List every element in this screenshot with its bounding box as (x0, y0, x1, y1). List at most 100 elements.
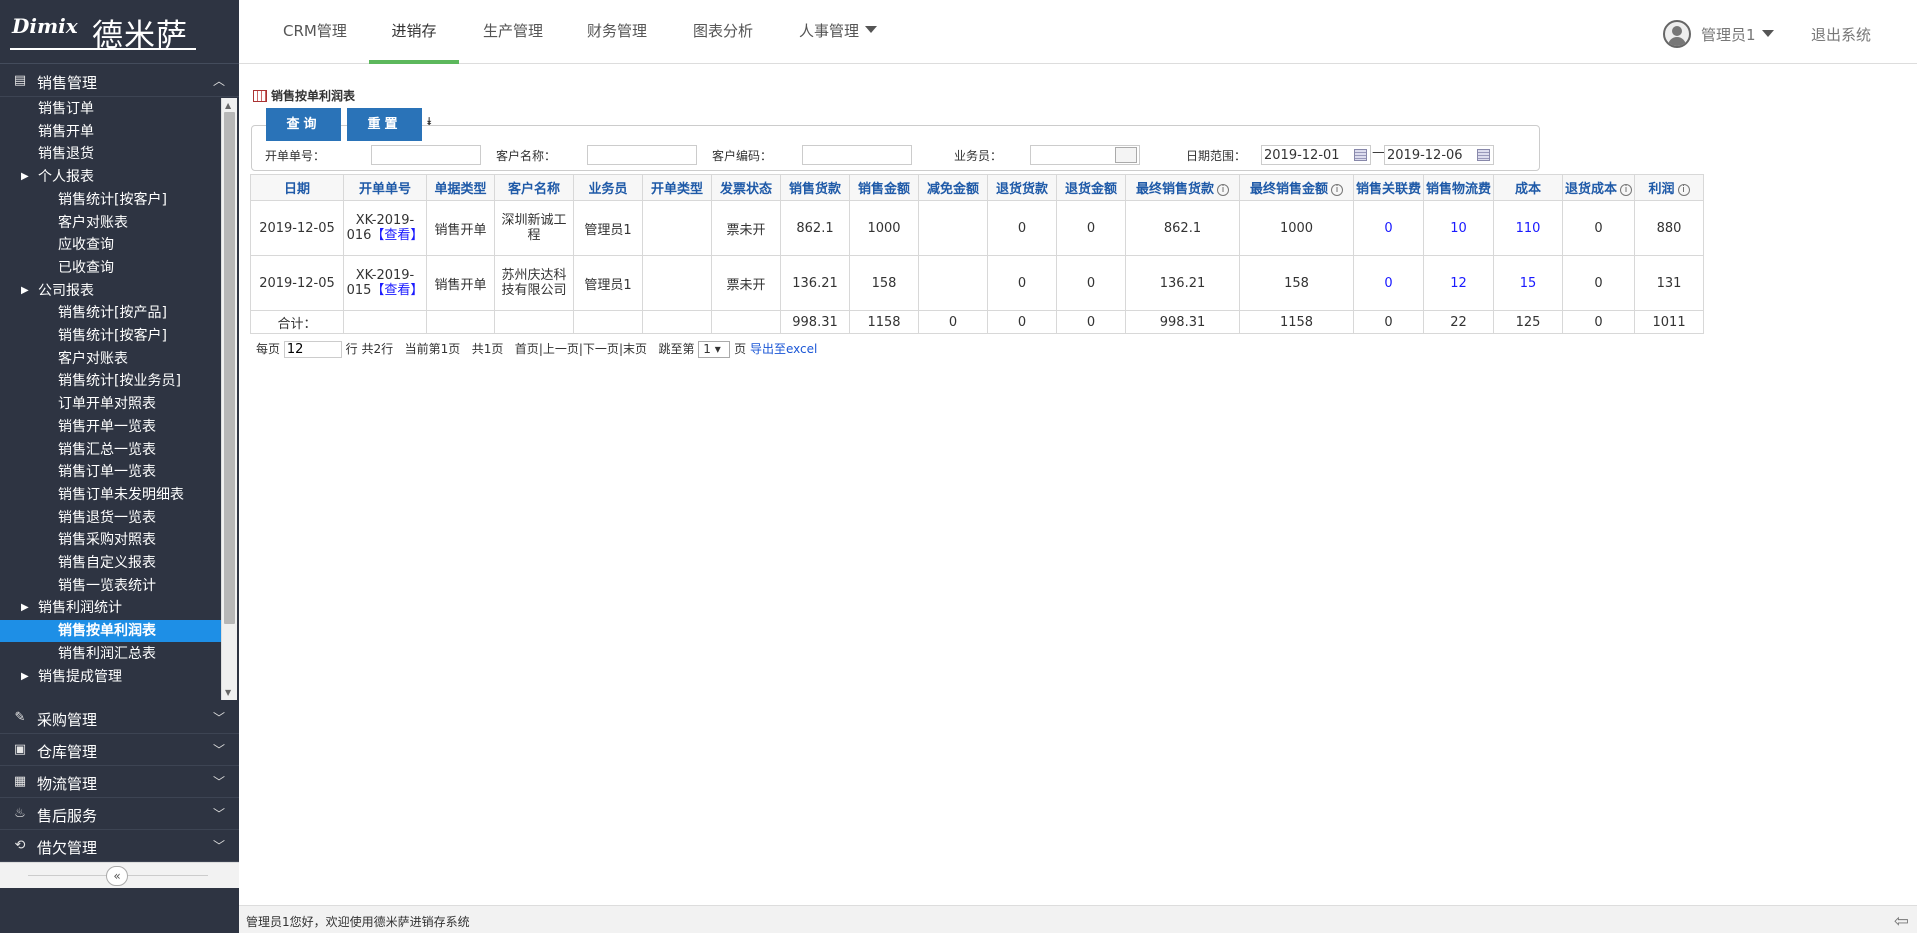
column-header[interactable]: 销售物流费 (1423, 174, 1495, 201)
cell-value[interactable]: 0 (1384, 276, 1392, 291)
salesman-picker-button[interactable] (1115, 147, 1137, 163)
customer-code-input[interactable] (802, 145, 912, 165)
sidebar-item[interactable]: 销售汇总一览表 (0, 439, 221, 461)
sidebar-section-debt[interactable]: ⟲ 借欠管理 ﹀ (0, 830, 239, 862)
export-excel-link[interactable]: 导出至excel (750, 342, 817, 356)
sidebar-item[interactable]: 销售统计[按客户] (0, 189, 221, 211)
column-header[interactable]: 销售货款 (780, 174, 850, 201)
jump-page-select[interactable]: 1 ▾ (698, 341, 731, 358)
user-menu[interactable]: 管理员1 (1701, 24, 1774, 45)
exit-arrow-icon[interactable]: ⇦ (1894, 911, 1909, 932)
sidebar-item[interactable]: 销售退货一览表 (0, 507, 221, 529)
sidebar-group[interactable]: ▶ 公司报表 (0, 280, 221, 302)
sidebar-section-logistics[interactable]: ▦ 物流管理 ﹀ (0, 766, 239, 798)
column-header[interactable]: 成本 (1493, 174, 1564, 201)
column-header[interactable]: 最终销售货款 i (1125, 174, 1240, 201)
column-header[interactable]: 退货成本 i (1562, 174, 1636, 201)
sidebar-item[interactable]: 销售按单利润表 (0, 620, 221, 643)
reset-button[interactable]: 重置 (347, 108, 422, 141)
nav-finance[interactable]: 财务管理 (587, 0, 647, 64)
column-header[interactable]: 最终销售金额 i (1239, 174, 1354, 201)
sidebar-item[interactable]: 销售退货 (0, 143, 221, 165)
expand-filters-icon[interactable]: ⯯ (426, 115, 433, 129)
column-header[interactable]: 退货金额 (1056, 174, 1126, 201)
column-header[interactable]: 销售金额 (849, 174, 919, 201)
total-cell (573, 310, 643, 334)
column-header[interactable]: 客户名称 (494, 174, 574, 201)
sidebar-item[interactable]: 销售一览表统计 (0, 575, 221, 597)
sidebar-item[interactable]: 订单开单对照表 (0, 393, 221, 415)
sidebar-section-warehouse[interactable]: ▣ 仓库管理 ﹀ (0, 734, 239, 766)
avatar[interactable] (1663, 20, 1691, 48)
first-page-link[interactable]: 首页 (515, 342, 539, 356)
sidebar-section-purchase[interactable]: ✎ 采购管理 ﹀ (0, 702, 239, 734)
sidebar-section-aftersale[interactable]: ♨ 售后服务 ﹀ (0, 798, 239, 830)
prev-page-link[interactable]: 上一页 (543, 342, 579, 356)
sidebar-item[interactable]: 客户对账表 (0, 212, 221, 234)
sidebar-scrollbar[interactable]: ▲ ▼ (221, 98, 237, 700)
sidebar-item[interactable]: 应收查询 (0, 234, 221, 256)
nav-inventory[interactable]: 进销存 (369, 0, 459, 64)
sidebar-item[interactable]: 销售统计[按产品] (0, 302, 221, 324)
sidebar-item[interactable]: 销售采购对照表 (0, 529, 221, 551)
column-header[interactable]: 单据类型 (426, 174, 495, 201)
sidebar-item[interactable]: 销售订单一览表 (0, 461, 221, 483)
total-value: 998.31 (792, 314, 838, 330)
scroll-down-icon[interactable]: ▼ (225, 688, 231, 697)
column-header[interactable]: 减免金额 (918, 174, 988, 201)
column-header[interactable]: 开单单号 (343, 174, 427, 201)
info-icon[interactable]: i (1331, 184, 1343, 196)
nav-production[interactable]: 生产管理 (483, 0, 543, 64)
sidebar-group[interactable]: ▶ 销售利润统计 (0, 597, 221, 619)
scroll-up-icon[interactable]: ▲ (225, 101, 231, 110)
cell-value: 131 (1656, 275, 1682, 291)
column-header[interactable]: 退货货款 (987, 174, 1057, 201)
sidebar-group[interactable]: ▶ 个人报表 (0, 166, 221, 188)
query-button[interactable]: 查询 (266, 108, 341, 141)
info-icon[interactable]: i (1677, 184, 1690, 196)
cell-customer: 苏州庆达科技有限公司 (494, 255, 574, 311)
caret-down-icon (865, 26, 878, 33)
column-header[interactable]: 日期 (250, 174, 344, 201)
info-icon[interactable]: i (1620, 184, 1633, 196)
nav-hr[interactable]: 人事管理 (799, 0, 878, 64)
sidebar-item[interactable]: 销售统计[按业务员] (0, 370, 221, 392)
view-order-link[interactable]: 【查看】 (371, 228, 423, 243)
sidebar-item[interactable]: 客户对账表 (0, 348, 221, 370)
cell-value[interactable]: 10 (1450, 221, 1467, 236)
order-no-input[interactable] (371, 145, 481, 165)
sidebar-section-sales[interactable]: ▤ 销售管理 ︿ (0, 65, 239, 97)
calendar-icon[interactable] (1477, 149, 1490, 161)
logout-link[interactable]: 退出系统 (1811, 24, 1871, 45)
sidebar-item[interactable]: 已收查询 (0, 257, 221, 279)
sidebar-item[interactable]: 销售自定义报表 (0, 552, 221, 574)
cell-value[interactable]: 0 (1384, 221, 1392, 236)
cell-value[interactable]: 110 (1516, 221, 1541, 236)
sidebar-group[interactable]: ▶ 销售提成管理 (0, 666, 221, 688)
customer-name-input[interactable] (587, 145, 697, 165)
column-header-label: 发票状态 (719, 182, 772, 197)
sidebar-item[interactable]: 销售订单 (0, 98, 221, 120)
collapse-sidebar-button[interactable]: « (106, 866, 128, 886)
cell-value[interactable]: 15 (1520, 276, 1537, 291)
column-header[interactable]: 销售关联费 (1352, 174, 1425, 201)
calendar-icon[interactable] (1354, 149, 1367, 161)
column-header[interactable]: 发票状态 (711, 174, 781, 201)
info-icon[interactable]: i (1217, 184, 1229, 196)
cell-value[interactable]: 12 (1450, 276, 1467, 291)
view-order-link[interactable]: 【查看】 (371, 283, 423, 298)
column-header[interactable]: 利润 i (1634, 174, 1705, 201)
sidebar-item[interactable]: 销售订单未发明细表 (0, 484, 221, 506)
sidebar-item[interactable]: 销售开单 (0, 121, 221, 143)
column-header[interactable]: 开单类型 (642, 174, 712, 201)
next-page-link[interactable]: 下一页 (583, 342, 619, 356)
scrollbar-thumb[interactable] (224, 112, 235, 624)
nav-charts[interactable]: 图表分析 (693, 0, 753, 64)
last-page-link[interactable]: 末页 (623, 342, 647, 356)
sidebar-item[interactable]: 销售开单一览表 (0, 416, 221, 438)
per-page-input[interactable] (283, 341, 342, 358)
column-header[interactable]: 业务员 (573, 174, 643, 201)
sidebar-item[interactable]: 销售统计[按客户] (0, 325, 221, 347)
sidebar-item[interactable]: 销售利润汇总表 (0, 643, 221, 665)
nav-crm[interactable]: CRM管理 (283, 0, 347, 64)
